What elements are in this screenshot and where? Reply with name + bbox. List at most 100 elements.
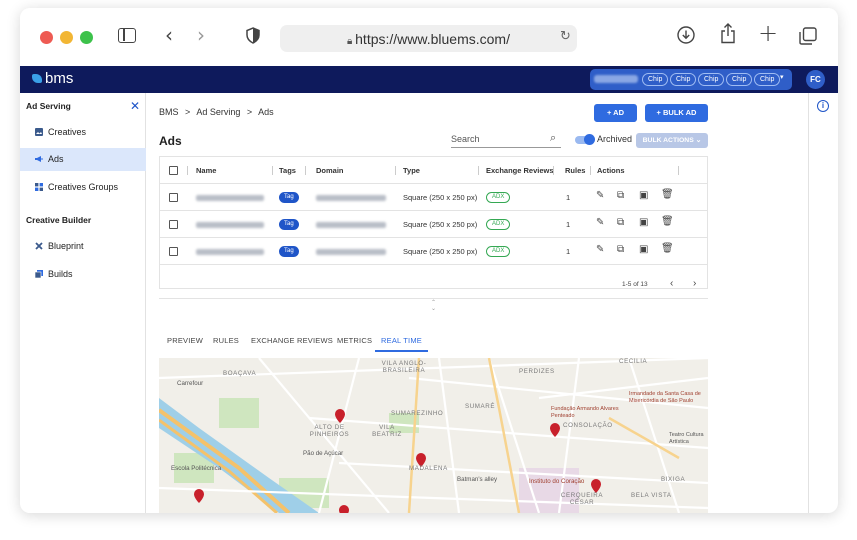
map-label: BELA VISTA bbox=[631, 492, 672, 499]
tabs-overview-icon[interactable] bbox=[799, 27, 817, 45]
close-icon[interactable]: ✕ bbox=[130, 99, 140, 113]
column-header-actions: Actions bbox=[597, 166, 625, 175]
column-separator bbox=[187, 166, 188, 175]
row-checkbox[interactable] bbox=[169, 193, 178, 202]
tag-badge[interactable]: Tag bbox=[279, 246, 299, 257]
avatar[interactable]: FC bbox=[806, 70, 825, 89]
duplicate-icon[interactable]: ⧉ bbox=[617, 218, 624, 228]
sidebar-item-creatives-groups[interactable]: Creatives Groups bbox=[20, 176, 146, 199]
tag-badge[interactable]: Tag bbox=[279, 192, 299, 203]
real-time-map[interactable]: BOAÇAVA VILA ANGLO-BRASILEIRA PERDIZES C… bbox=[159, 358, 708, 513]
row-checkbox[interactable] bbox=[169, 247, 178, 256]
bms-logo[interactable]: bms bbox=[32, 70, 73, 87]
sidebar-toggle-icon[interactable] bbox=[118, 28, 136, 43]
bulk-ad-button[interactable]: + BULK AD bbox=[645, 104, 708, 122]
column-separator bbox=[590, 166, 591, 175]
account-switcher[interactable]: Chip Chip Chip Chip Chip ▾ bbox=[590, 69, 792, 90]
reload-icon[interactable]: ↻ bbox=[560, 30, 571, 43]
new-tab-icon[interactable]: + bbox=[758, 21, 778, 45]
breadcrumb: BMS > Ad Serving > Ads bbox=[159, 107, 274, 117]
rules-count: 1 bbox=[566, 193, 571, 202]
breadcrumb-item[interactable]: Ad Serving bbox=[196, 107, 240, 117]
chevron-down-icon[interactable]: ▾ bbox=[780, 73, 784, 81]
tab-metrics[interactable]: METRICS bbox=[337, 336, 372, 345]
domain-redacted bbox=[316, 249, 386, 255]
breadcrumb-item[interactable]: BMS bbox=[159, 107, 179, 117]
stack-icon bbox=[35, 270, 43, 278]
tab-preview[interactable]: PREVIEW bbox=[167, 336, 203, 345]
account-chip[interactable]: Chip bbox=[726, 73, 753, 86]
bulk-actions-dropdown[interactable]: BULK ACTIONS ⌄ bbox=[636, 133, 708, 148]
map-label: CECÍLIA bbox=[619, 358, 648, 365]
account-chip[interactable]: Chip bbox=[642, 73, 669, 86]
browser-window: ‹ › 🔒︎ https://www.bluems.com/ ↻ + bms C… bbox=[20, 8, 838, 513]
table-row[interactable]: Tag Square (250 x 250 px) ADX 1 ✎ ⧉ ▣ 🗑︎ bbox=[160, 183, 707, 210]
table-row[interactable]: Tag Square (250 x 250 px) ADX 1 ✎ ⧉ ▣ 🗑︎ bbox=[160, 210, 707, 237]
search-input[interactable]: Search ⌕ bbox=[451, 132, 561, 148]
tab-exchange-reviews[interactable]: EXCHANGE REVIEWS bbox=[251, 336, 333, 345]
sidebar-item-creatives[interactable]: Creatives bbox=[20, 121, 146, 144]
column-separator bbox=[305, 166, 306, 175]
map-label: Carrefour bbox=[177, 380, 204, 387]
column-header-domain[interactable]: Domain bbox=[316, 166, 344, 175]
select-all-checkbox[interactable] bbox=[169, 166, 178, 175]
chevron-right-icon[interactable]: › bbox=[693, 278, 696, 289]
maximize-window-button[interactable] bbox=[80, 31, 93, 44]
duplicate-icon[interactable]: ⧉ bbox=[617, 191, 624, 201]
tab-real-time[interactable]: REAL TIME bbox=[381, 336, 422, 345]
address-bar[interactable]: 🔒︎ https://www.bluems.com/ ↻ bbox=[280, 25, 577, 52]
archive-icon[interactable]: ▣ bbox=[639, 191, 648, 201]
column-header-type[interactable]: Type bbox=[403, 166, 420, 175]
lock-icon: 🔒︎ bbox=[347, 36, 356, 47]
ad-name-redacted bbox=[196, 222, 264, 228]
column-separator bbox=[478, 166, 479, 175]
minimize-window-button[interactable] bbox=[60, 31, 73, 44]
map-label: SUMARÉ bbox=[465, 403, 496, 410]
archive-icon[interactable]: ▣ bbox=[639, 218, 648, 228]
forward-icon[interactable]: › bbox=[197, 25, 205, 45]
row-checkbox[interactable] bbox=[169, 220, 178, 229]
share-icon[interactable] bbox=[720, 23, 736, 44]
close-window-button[interactable] bbox=[40, 31, 53, 44]
map-label: SUMAREZINHO bbox=[391, 410, 444, 417]
sidebar-item-builds[interactable]: Builds bbox=[20, 263, 146, 286]
archived-label: Archived bbox=[597, 134, 633, 144]
column-header-name[interactable]: Name bbox=[196, 166, 216, 175]
chevron-left-icon[interactable]: ‹ bbox=[670, 278, 673, 289]
duplicate-icon[interactable]: ⧉ bbox=[617, 245, 624, 255]
exchange-review-badge: ADX bbox=[486, 192, 511, 203]
map-label: Fundação Armando Alvares Penteado bbox=[551, 406, 619, 419]
sidebar-item-ads[interactable]: Ads bbox=[20, 148, 146, 171]
map-label: MADALENA bbox=[409, 465, 448, 472]
map-label: BOAÇAVA bbox=[223, 370, 257, 377]
expand-collapse-icon[interactable]: ⌃ ⌄ bbox=[431, 300, 436, 312]
account-chip[interactable]: Chip bbox=[670, 73, 697, 86]
search-icon[interactable]: ⌕ bbox=[550, 132, 556, 145]
delete-icon[interactable]: 🗑︎ bbox=[661, 217, 674, 227]
domain-redacted bbox=[316, 222, 386, 228]
rules-count: 1 bbox=[566, 247, 571, 256]
info-icon[interactable]: i bbox=[817, 100, 829, 112]
account-chip[interactable]: Chip bbox=[754, 73, 781, 86]
edit-icon[interactable]: ✎ bbox=[596, 191, 604, 201]
add-ad-button[interactable]: + AD bbox=[594, 104, 637, 122]
tab-rules[interactable]: RULES bbox=[213, 336, 239, 345]
table-row[interactable]: Tag Square (250 x 250 px) ADX 1 ✎ ⧉ ▣ 🗑︎ bbox=[160, 237, 707, 264]
back-icon[interactable]: ‹ bbox=[165, 25, 173, 45]
column-header-tags[interactable]: Tags bbox=[279, 166, 296, 175]
archived-toggle[interactable] bbox=[575, 134, 595, 145]
account-chip[interactable]: Chip bbox=[698, 73, 725, 86]
breadcrumb-separator: > bbox=[246, 107, 253, 117]
tag-badge[interactable]: Tag bbox=[279, 219, 299, 230]
sidebar-item-blueprint[interactable]: Blueprint bbox=[20, 235, 146, 258]
shield-icon[interactable] bbox=[246, 27, 260, 44]
column-header-exchange-reviews[interactable]: Exchange Reviews bbox=[486, 166, 554, 175]
edit-icon[interactable]: ✎ bbox=[596, 218, 604, 228]
archive-icon[interactable]: ▣ bbox=[639, 245, 648, 255]
edit-icon[interactable]: ✎ bbox=[596, 245, 604, 255]
map-label: Escola Politécnica bbox=[171, 465, 222, 472]
delete-icon[interactable]: 🗑︎ bbox=[661, 190, 674, 200]
download-icon[interactable] bbox=[677, 26, 695, 44]
delete-icon[interactable]: 🗑︎ bbox=[661, 244, 674, 254]
column-header-rules[interactable]: Rules bbox=[565, 166, 585, 175]
